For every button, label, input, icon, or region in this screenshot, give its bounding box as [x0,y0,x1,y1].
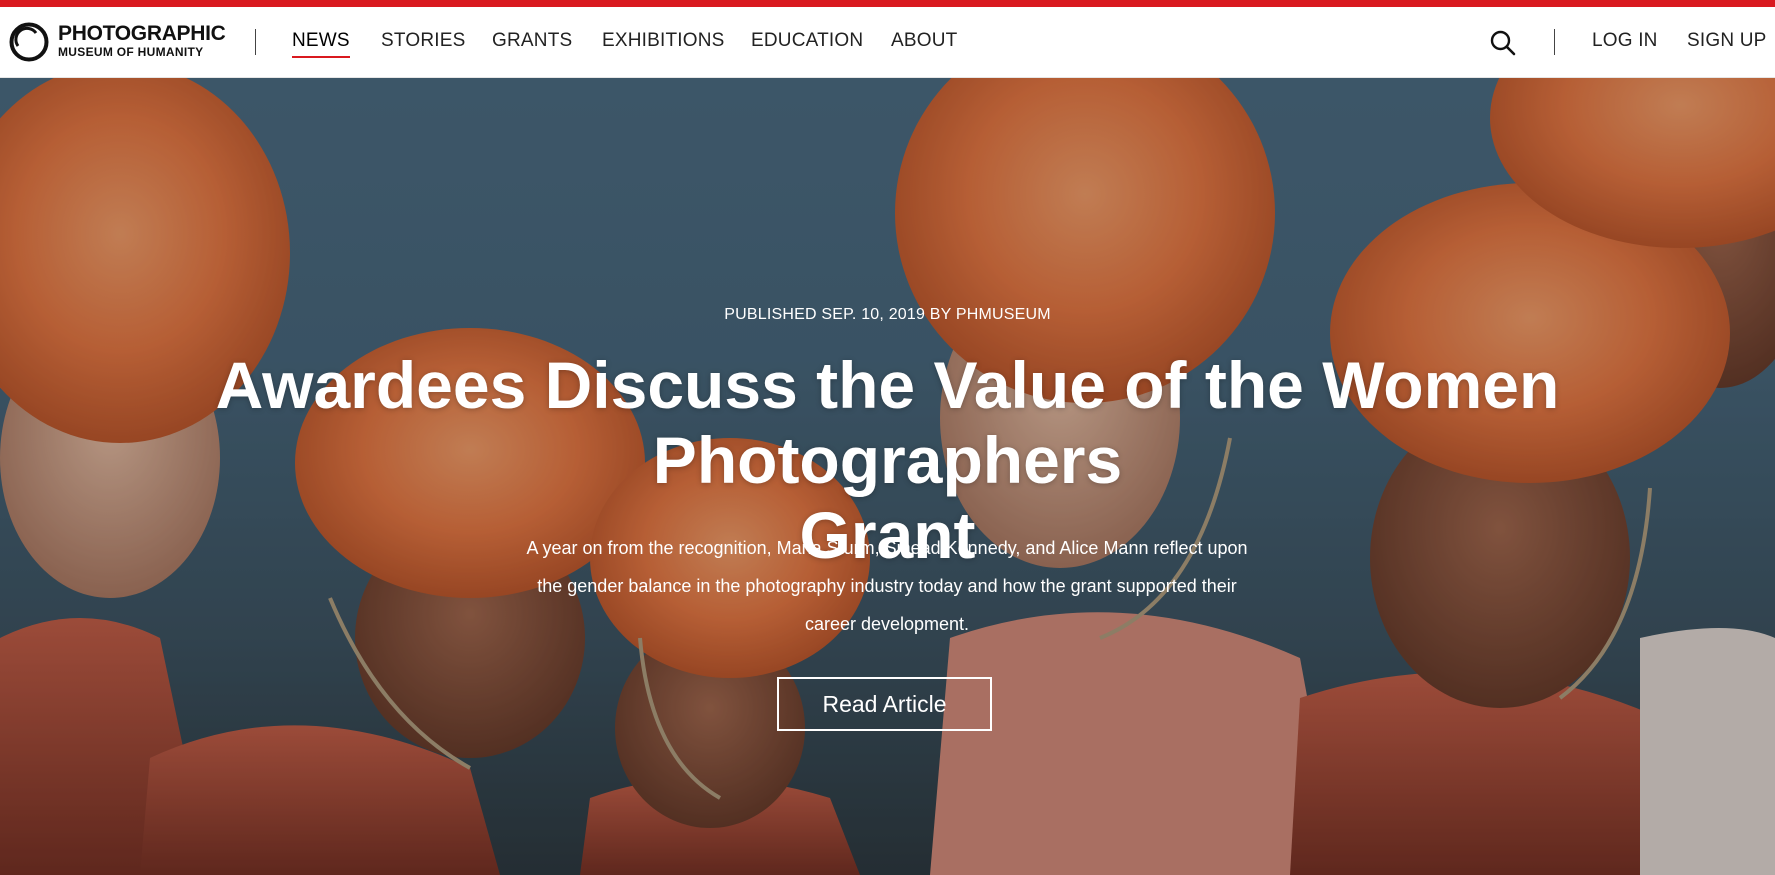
nav-item-education[interactable]: EDUCATION [751,30,863,52]
article-summary: A year on from the recognition, Maria St… [526,538,1248,634]
logo-line-1: PHOTOGRAPHIC [58,22,226,45]
hero-banner: PUBLISHED SEP. 10, 2019 BY PHMUSEUM Awar… [0,78,1775,875]
nav-item-news[interactable]: NEWS [292,30,350,58]
logo-wordmark: PHOTOGRAPHIC MUSEUM OF HUMANITY [58,23,226,60]
nav-item-about[interactable]: ABOUT [891,30,957,52]
top-accent-bar [0,0,1775,7]
search-icon[interactable] [1489,29,1517,57]
logo-line-2: MUSEUM OF HUMANITY [58,45,204,59]
logo-circle-icon [9,22,49,62]
nav-item-exhibitions[interactable]: EXHIBITIONS [602,30,725,52]
site-header: PHOTOGRAPHIC MUSEUM OF HUMANITY NEWS STO… [0,7,1775,78]
article-title-line-1: Awardees Discuss the Value of the Women … [215,348,1560,497]
signup-link[interactable]: SIGN UP [1687,30,1767,52]
nav-item-stories[interactable]: STORIES [381,30,465,52]
article-meta: PUBLISHED SEP. 10, 2019 BY PHMUSEUM [724,306,1051,323]
header-divider-right [1554,29,1555,55]
nav-item-grants[interactable]: GRANTS [492,30,572,52]
header-divider-left [255,29,256,55]
read-article-button[interactable]: Read Article [777,677,992,731]
login-link[interactable]: LOG IN [1592,30,1658,52]
